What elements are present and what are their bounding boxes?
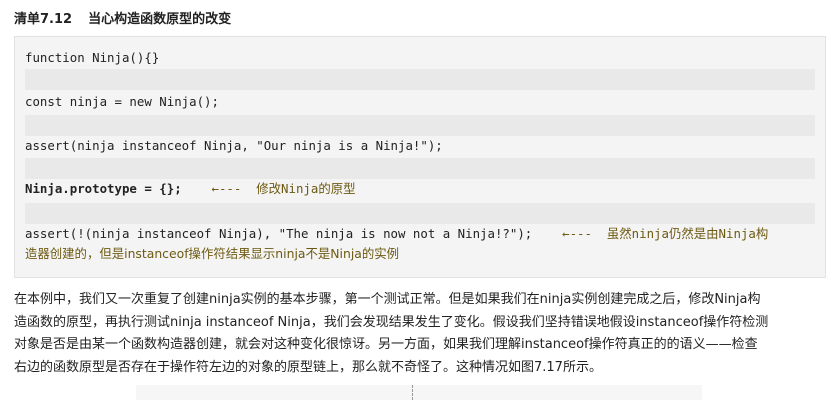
- annotation-note: 虽然ninja仍然是由Ninja构: [606, 226, 769, 241]
- figure-preview: [136, 385, 702, 400]
- code-line-5: assert(!(ninja instanceof Ninja), "The n…: [25, 226, 768, 242]
- paragraph-line: 在本例中，我们又一次重复了创建ninja实例的基本步骤，第一个测试正常。但是如果…: [14, 292, 761, 307]
- code-line-2: const ninja = new Ninja();: [25, 94, 219, 109]
- code-block: function Ninja(){} const ninja = new Nin…: [14, 36, 826, 278]
- code-line-3: assert(ninja instanceof Ninja, "Our ninj…: [25, 138, 443, 153]
- code-line-4: Ninja.prototype = {}; ←--- 修改Ninja的原型: [25, 181, 356, 197]
- annotation-arrow: ←---: [211, 181, 242, 196]
- listing-title: 清单7.12 当心构造函数原型的改变: [14, 8, 231, 27]
- paragraph-line: 造函数的原型，再执行测试ninja instanceof Ninja，我们会发现…: [14, 314, 769, 330]
- listing-caption: 当心构造函数原型的改变: [88, 12, 232, 27]
- paragraph-line: 对象是否是由某一个函数构造器创建，就会对这种变化很惊讶。另一方面，如果我们理解i…: [14, 337, 758, 352]
- listing-number: 清单7.12: [14, 12, 73, 27]
- annotation-note: 修改Ninja的原型: [256, 181, 356, 196]
- code-stripe: [25, 115, 815, 136]
- code-line-4-code: Ninja.prototype = {};: [25, 181, 182, 196]
- code-stripe: [25, 69, 815, 90]
- annotation-arrow: ←---: [562, 226, 592, 241]
- body-paragraph: 在本例中，我们又一次重复了创建ninja实例的基本步骤，第一个测试正常。但是如果…: [14, 289, 826, 379]
- paragraph-line: 右边的函数原型是否存在于操作符左边的对象的原型链上，那么就不奇怪了。这种情况如图…: [14, 359, 602, 375]
- code-stripe: [25, 203, 815, 224]
- code-line-1: function Ninja(){}: [25, 50, 160, 65]
- figure-divider: [412, 385, 414, 400]
- code-line-5-code: assert(!(ninja instanceof Ninja), "The n…: [25, 226, 533, 241]
- annotation-note-continued: 造器创建的，但是instanceof操作符结果显示ninja不是Ninja的实例: [25, 246, 400, 261]
- code-stripe: [25, 158, 815, 179]
